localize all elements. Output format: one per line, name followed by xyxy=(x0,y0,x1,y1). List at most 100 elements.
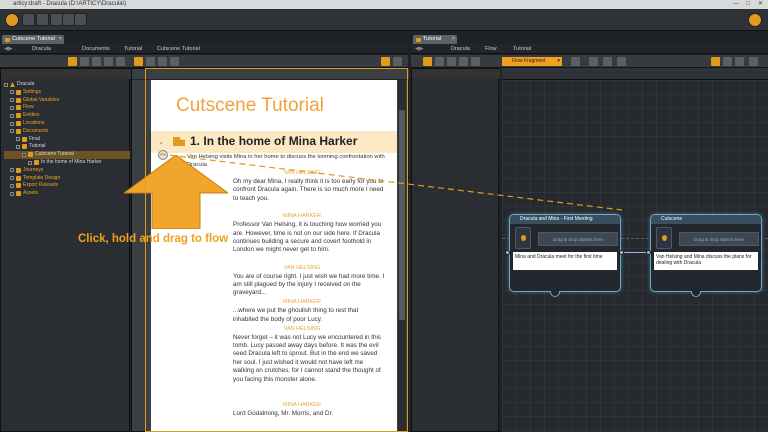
tab-tutorial[interactable]: Tutorial × xyxy=(413,35,457,44)
maximize-icon[interactable]: □ xyxy=(746,0,750,9)
tree-item[interactable]: Documents xyxy=(4,128,130,136)
explorer-icon[interactable] xyxy=(36,13,49,26)
hub-icon[interactable] xyxy=(603,57,612,66)
navigator-icon[interactable] xyxy=(68,57,77,66)
tree-item-label: Settings xyxy=(23,88,42,95)
filter-icon[interactable] xyxy=(435,57,444,66)
input-pin[interactable] xyxy=(646,250,651,255)
drop-zone[interactable]: Drag & drop objects here xyxy=(538,232,618,246)
breadcrumb-item[interactable]: Flow xyxy=(485,44,497,54)
chevron-down-icon[interactable]: ⌄ xyxy=(158,138,164,146)
speaker-name: VAN HELSING xyxy=(283,325,321,332)
tree-item[interactable]: In the home of Mina Harker xyxy=(4,159,130,167)
expand-toggle-icon[interactable] xyxy=(16,137,20,142)
expand-toggle-icon[interactable] xyxy=(16,144,20,149)
tree-item[interactable]: Export Rulesets xyxy=(4,182,130,190)
tree-item-label: Tutorial xyxy=(29,143,46,150)
tree-item[interactable]: Assets xyxy=(4,190,130,198)
zoom-icon[interactable] xyxy=(170,57,179,66)
editor-toolbar xyxy=(132,69,409,80)
text-icon[interactable] xyxy=(146,57,155,66)
navigator-search[interactable] xyxy=(1,69,131,79)
dialogue-text[interactable]: ...where we put the ghoulish thing to re… xyxy=(233,307,385,324)
search-icon[interactable] xyxy=(92,57,101,66)
tab-cutscene-tutorial[interactable]: Cutscene Tutorial × xyxy=(2,35,64,44)
expand-icon[interactable] xyxy=(471,57,480,66)
settings-icon[interactable] xyxy=(104,57,113,66)
layout-icon[interactable] xyxy=(711,57,720,66)
help-icon[interactable] xyxy=(748,13,762,27)
tree-item[interactable]: Cutscene Tutorial xyxy=(4,151,130,160)
flow-fragment-dropdown[interactable]: Flow Fragment ▾ xyxy=(502,57,562,66)
home-icon[interactable] xyxy=(22,13,35,26)
layout-icon[interactable] xyxy=(381,57,390,66)
close-tab-icon[interactable]: × xyxy=(452,35,455,44)
expand-toggle-icon[interactable] xyxy=(4,82,8,87)
tree-item[interactable]: Locations xyxy=(4,120,130,128)
document-scrollbar[interactable] xyxy=(398,80,406,432)
expand-toggle-icon[interactable] xyxy=(10,121,14,126)
flow-node-first-meeting[interactable]: Dracula and Mina - First Meeting Drag & … xyxy=(509,214,621,297)
expand-toggle-icon[interactable] xyxy=(10,191,14,196)
jump-icon[interactable] xyxy=(617,57,626,66)
tree-item[interactable]: Final xyxy=(4,136,130,144)
expand-toggle-icon[interactable] xyxy=(10,176,14,181)
tree-item[interactable]: Tutorial xyxy=(4,143,130,151)
expand-toggle-icon[interactable] xyxy=(10,105,14,110)
tree-item[interactable]: Journeys xyxy=(4,167,130,175)
app-title: articy:draft - Dracula (D:\ARTICY\Dracul… xyxy=(13,1,127,7)
left-navigator: Dracula Settings Global Variables Flow Entit… xyxy=(0,68,131,432)
zoom-icon[interactable] xyxy=(735,57,744,66)
expand-toggle-icon[interactable] xyxy=(10,168,14,173)
navigator-search[interactable] xyxy=(412,69,500,79)
tree-item[interactable]: Global Variables xyxy=(4,97,130,105)
settings-icon[interactable] xyxy=(459,57,468,66)
breadcrumb-item[interactable]: Tutorial xyxy=(513,44,531,54)
navigator-icon[interactable] xyxy=(423,57,432,66)
filter-icon[interactable] xyxy=(80,57,89,66)
grid-icon[interactable] xyxy=(723,57,732,66)
expand-toggle-icon[interactable] xyxy=(10,90,14,95)
home-icon[interactable]: ◀▶ xyxy=(415,44,423,54)
tree-item[interactable]: Settings xyxy=(4,89,130,97)
drop-zone[interactable]: Drag & drop objects here xyxy=(679,232,759,246)
close-tab-icon[interactable]: × xyxy=(59,35,62,44)
dialogue-text[interactable]: Never forget – it was not Lucy we encoun… xyxy=(233,334,385,384)
expand-toggle-icon[interactable] xyxy=(28,160,32,165)
expand-toggle-icon[interactable] xyxy=(10,98,14,103)
node-icon[interactable] xyxy=(571,57,580,66)
input-pin[interactable] xyxy=(505,250,510,255)
dialogue-text[interactable]: Professor Van Helsing, it is touching ho… xyxy=(233,221,385,255)
search-icon[interactable] xyxy=(447,57,456,66)
document-icon[interactable] xyxy=(134,57,143,66)
close-icon[interactable]: ✕ xyxy=(758,0,763,9)
minimize-icon[interactable]: — xyxy=(733,0,739,9)
breadcrumb-item[interactable]: Cutscene Tutorial xyxy=(157,44,200,54)
link-icon[interactable] xyxy=(158,57,167,66)
connector-icon[interactable] xyxy=(589,57,598,66)
expand-toggle-icon[interactable] xyxy=(10,129,14,134)
panel-icon[interactable] xyxy=(393,57,402,66)
expand-toggle-icon[interactable] xyxy=(10,113,14,118)
tree-item[interactable]: Flow xyxy=(4,104,130,112)
dialogue-text[interactable]: Lord Godalming, Mr. Morris, and Dr. xyxy=(233,410,385,418)
scroll-thumb[interactable] xyxy=(399,110,405,320)
flow-node-cutscene[interactable]: Cutscene Drag & drop objects here Van He… xyxy=(650,214,762,297)
breadcrumb-item[interactable]: Dracula xyxy=(451,44,470,54)
expand-toggle-icon[interactable] xyxy=(10,183,14,188)
app-menu-button[interactable] xyxy=(5,13,19,27)
breadcrumb-item[interactable]: Dracula xyxy=(32,44,51,54)
chevron-down-icon: ▾ xyxy=(557,58,560,64)
tree-item[interactable]: Entities xyxy=(4,112,130,120)
home-icon[interactable]: ◀▶ xyxy=(4,44,12,54)
expand-toggle-icon[interactable] xyxy=(22,152,26,157)
tree-item[interactable]: Template Design xyxy=(4,175,130,183)
expand-icon[interactable] xyxy=(116,57,125,66)
dialogue-text[interactable]: You are of course right. I just wish we … xyxy=(233,273,385,298)
redo-icon[interactable] xyxy=(74,13,87,26)
right-tab-bar: Tutorial × xyxy=(411,34,768,44)
breadcrumb-item[interactable]: Tutorial xyxy=(124,44,142,54)
tree-item[interactable]: Dracula xyxy=(4,81,130,89)
panel-icon[interactable] xyxy=(749,57,758,66)
breadcrumb-item[interactable]: Documents xyxy=(82,44,110,54)
